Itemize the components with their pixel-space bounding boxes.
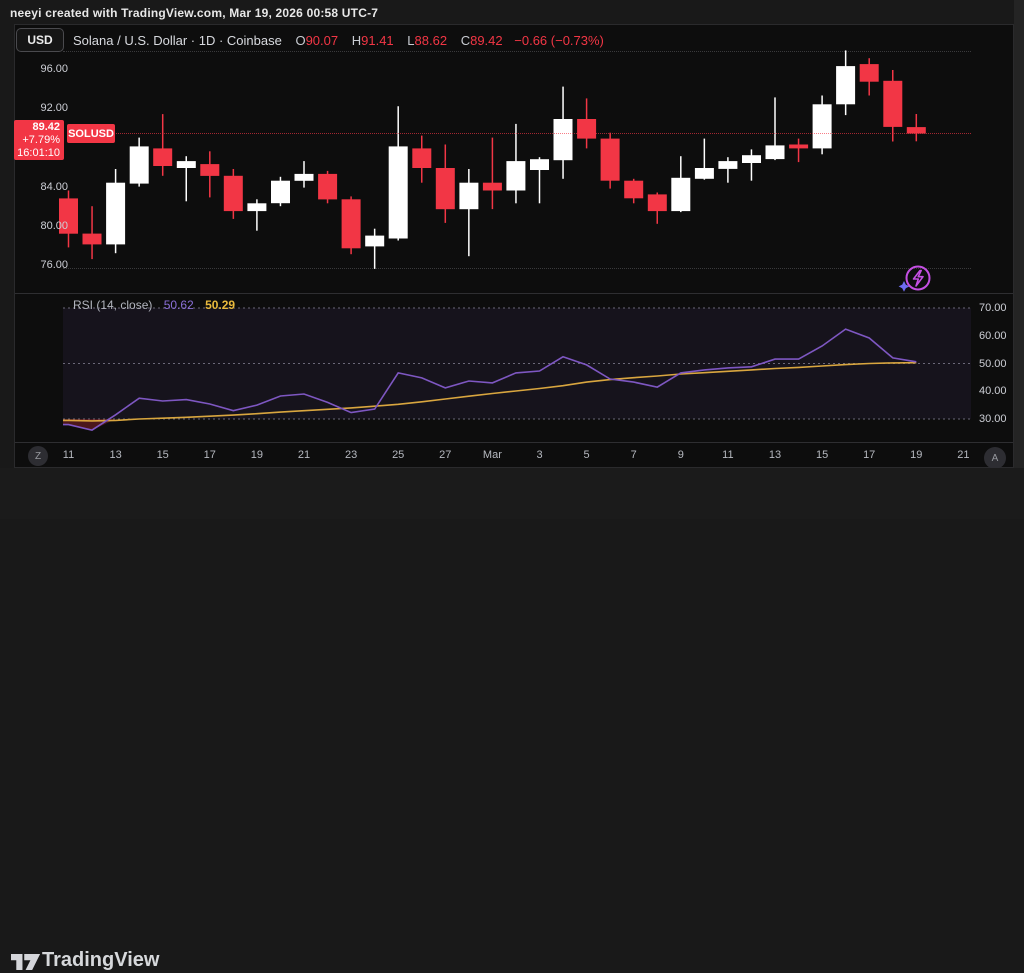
time-axis-label: 13 xyxy=(109,449,121,461)
time-axis-label: 13 xyxy=(769,449,781,461)
right-margin xyxy=(1014,0,1024,468)
watermark-text: neeyi created with TradingView.com, Mar … xyxy=(10,6,378,20)
rsi-legend[interactable]: RSI (14, close) 50.62 50.29 xyxy=(73,298,235,312)
symbol-badge: SOLUSD xyxy=(67,124,115,143)
price-axis-label: 84.00 xyxy=(40,181,68,193)
lightning-boost-icon[interactable] xyxy=(893,261,937,297)
candlestick-chart[interactable] xyxy=(15,25,1013,467)
time-axis-label: 5 xyxy=(584,449,590,461)
price-axis-label: 92.00 xyxy=(40,102,68,114)
time-axis-label: 25 xyxy=(392,449,404,461)
footer-bar: TradingView xyxy=(0,468,1024,519)
time-axis-label: 7 xyxy=(631,449,637,461)
time-axis-label: 21 xyxy=(957,449,969,461)
chart-frame: USD Solana / U.S. Dollar · 1D · Coinbase… xyxy=(14,24,1014,468)
rsi-axis-label: 30.00 xyxy=(979,413,1007,425)
last-price-line xyxy=(116,133,971,134)
price-axis-label: 96.00 xyxy=(40,63,68,75)
time-axis-label: 17 xyxy=(863,449,875,461)
time-axis-border xyxy=(15,442,1013,443)
rsi-ma-value: 50.29 xyxy=(205,298,235,312)
time-axis-label: 15 xyxy=(157,449,169,461)
time-axis-label: 23 xyxy=(345,449,357,461)
price-axis-label: 80.00 xyxy=(40,220,68,232)
time-axis-label: 19 xyxy=(910,449,922,461)
time-axis-label: 21 xyxy=(298,449,310,461)
timezone-button[interactable]: Z xyxy=(28,446,48,466)
pane-separator[interactable] xyxy=(15,293,1013,294)
last-price-label: 89.42 +7.79% 16:01:10 xyxy=(14,120,64,160)
time-axis-label: 27 xyxy=(439,449,451,461)
tradingview-logo-icon[interactable] xyxy=(11,951,41,973)
rsi-axis-label: 40.00 xyxy=(979,385,1007,397)
auto-scale-button[interactable]: A xyxy=(984,447,1006,469)
icon-circle xyxy=(907,267,930,290)
time-axis-label: 15 xyxy=(816,449,828,461)
rsi-title[interactable]: RSI (14, close) xyxy=(73,298,152,312)
rsi-axis-label: 50.00 xyxy=(979,358,1007,370)
last-price-value: 89.42 xyxy=(14,121,60,134)
lightning-bolt-icon xyxy=(914,271,924,287)
time-axis-label: 17 xyxy=(204,449,216,461)
time-axis-label: 11 xyxy=(722,449,733,461)
bar-countdown: 16:01:10 xyxy=(14,147,60,160)
time-axis-label: 3 xyxy=(536,449,542,461)
price-axis-label: 76.00 xyxy=(40,259,68,271)
rsi-axis-label: 60.00 xyxy=(979,330,1007,342)
time-axis-label: 9 xyxy=(678,449,684,461)
rsi-axis-label: 70.00 xyxy=(979,302,1007,314)
time-axis-label: 19 xyxy=(251,449,263,461)
time-axis-label: 11 xyxy=(63,449,74,461)
rsi-value: 50.62 xyxy=(164,298,194,312)
time-axis-label: Mar xyxy=(483,449,502,461)
tradingview-brand-text[interactable]: TradingView xyxy=(42,949,159,972)
last-price-change: +7.79% xyxy=(14,134,60,147)
